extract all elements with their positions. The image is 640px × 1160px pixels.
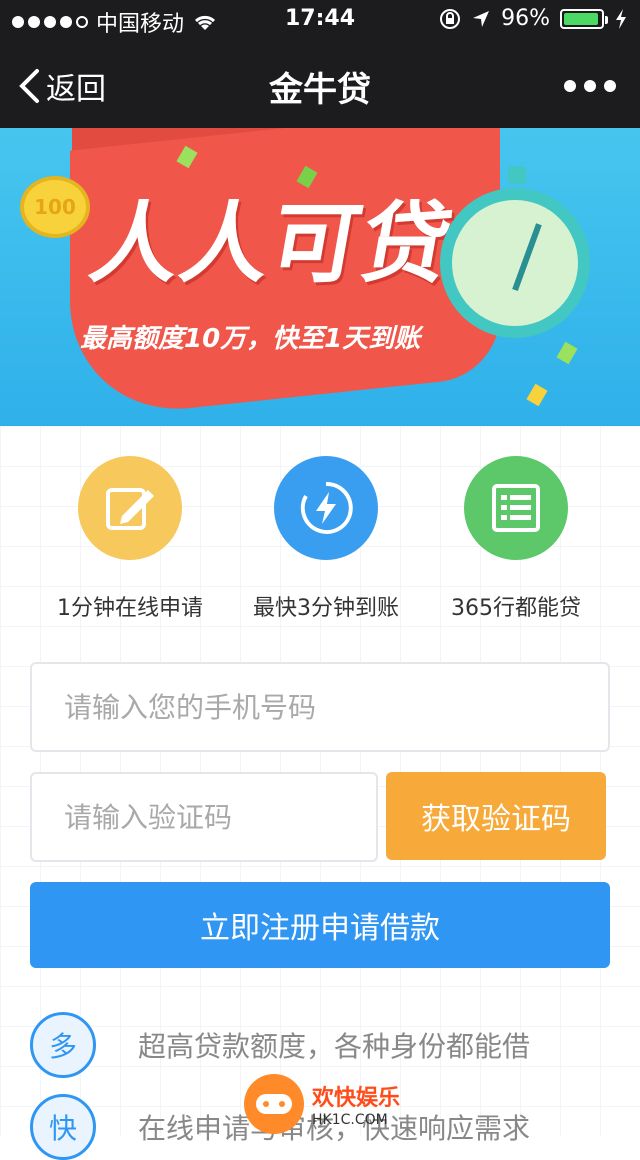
benefit-text: 超高贷款额度，各种身份都能借 — [138, 1030, 531, 1063]
benefit-badge: 快 — [30, 1094, 96, 1160]
confetti — [526, 383, 548, 407]
stopwatch-icon — [440, 166, 590, 338]
watermark-title: 欢快娱乐 — [312, 1086, 401, 1111]
code-field[interactable] — [30, 772, 378, 862]
charging-icon — [616, 8, 626, 29]
confetti — [556, 341, 578, 365]
more-button[interactable] — [564, 80, 616, 92]
page-title: 金牛贷 — [269, 70, 371, 110]
list-icon — [464, 456, 568, 560]
code-input[interactable] — [62, 799, 376, 835]
benefit-badge: 多 — [30, 1012, 96, 1078]
watermark-domain: HK1C.COM — [312, 1112, 388, 1128]
feature-label: 365行都能贷 — [451, 596, 581, 621]
feature-label: 最快3分钟到账 — [253, 596, 399, 621]
get-code-button[interactable]: 获取验证码 — [386, 772, 606, 860]
rotation-lock-icon — [440, 8, 461, 29]
battery-icon — [560, 8, 608, 29]
status-right: 96% — [439, 6, 628, 31]
feature-apply: 1分钟在线申请 — [30, 456, 230, 622]
feature-label: 1分钟在线申请 — [57, 596, 203, 621]
edit-icon — [78, 456, 182, 560]
location-icon — [473, 10, 490, 27]
gamepad-icon — [244, 1074, 304, 1134]
watermark: 欢快娱乐 HK1C.COM — [244, 1074, 400, 1134]
nav-bar: 返回 金牛贷 — [0, 40, 640, 128]
benefit-item: 多 超高贷款额度，各种身份都能借 — [30, 1012, 530, 1078]
phone-field[interactable] — [30, 662, 610, 752]
lightning-icon — [274, 456, 378, 560]
battery-percent: 96% — [501, 6, 550, 31]
status-bar: 中国移动 17:44 96% — [0, 0, 640, 40]
feature-all-industries: 365行都能贷 — [416, 456, 616, 622]
banner-subtitle: 最高额度10万，快至1天到账 — [80, 324, 421, 354]
coin-icon: 100 — [20, 176, 90, 238]
register-apply-button[interactable]: 立即注册申请借款 — [30, 882, 610, 968]
banner-title: 人人可贷 — [83, 192, 462, 295]
phone-input[interactable] — [62, 689, 608, 725]
feature-fast: 最快3分钟到账 — [226, 456, 426, 622]
